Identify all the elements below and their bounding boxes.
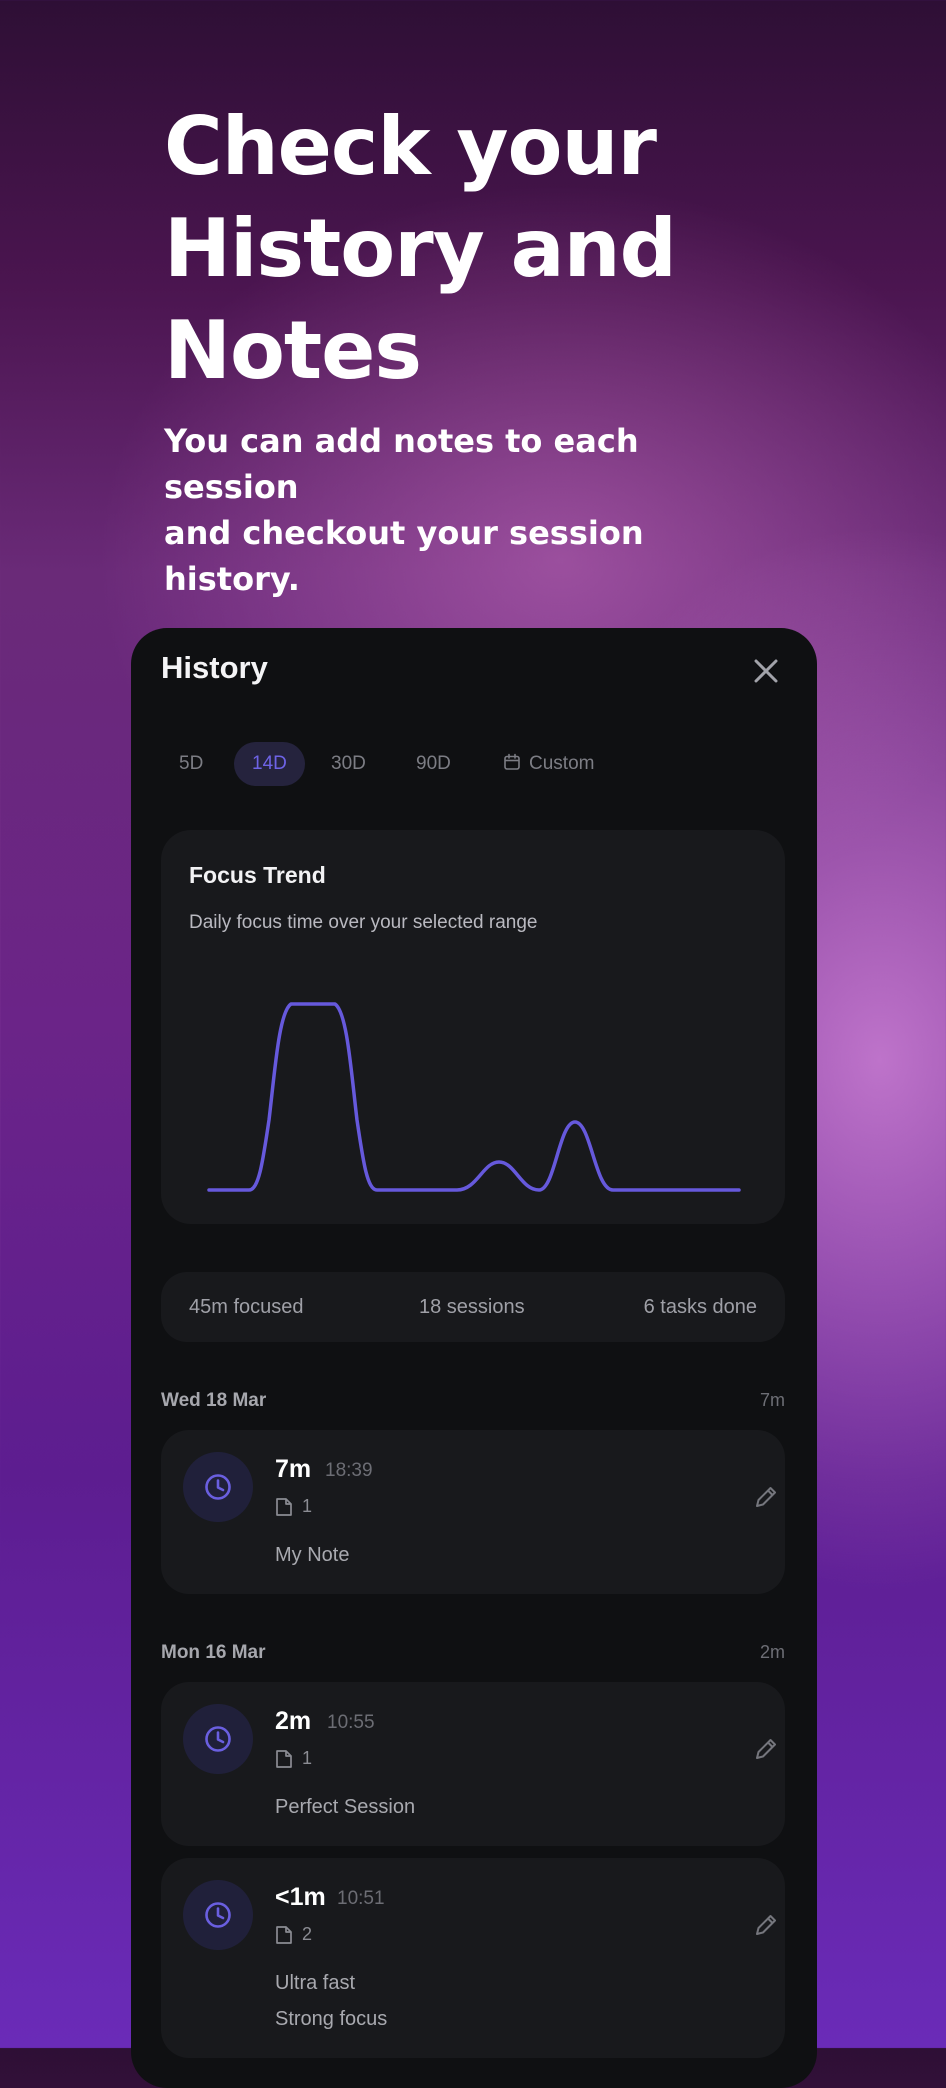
tab-5d[interactable]: 5D xyxy=(161,742,221,786)
focus-trend-card: Focus Trend Daily focus time over your s… xyxy=(161,830,785,1224)
edit-button[interactable] xyxy=(751,1734,781,1764)
pencil-icon xyxy=(756,1915,776,1935)
note-count-value: 1 xyxy=(302,1748,313,1768)
session-icon-badge xyxy=(183,1880,253,1950)
note-icon xyxy=(276,1750,292,1768)
tab-90d[interactable]: 90D xyxy=(398,742,469,786)
clock-icon xyxy=(205,1902,231,1928)
range-tabs: 5D 14D 30D 90D Custom xyxy=(131,742,817,786)
edit-button[interactable] xyxy=(751,1910,781,1940)
session-note: Strong focus xyxy=(275,2008,388,2030)
pencil-icon xyxy=(756,1487,776,1507)
note-icon xyxy=(276,1926,292,1944)
day-header: Wed 18 Mar 7m xyxy=(161,1390,785,1420)
focus-trend-line xyxy=(207,1002,741,1192)
session-card[interactable]: 7m 18:39 1 My Note xyxy=(161,1430,785,1594)
hero-title-line: Notes xyxy=(164,304,422,397)
hero-subtitle-line: You can add notes to each session xyxy=(164,422,639,506)
hero-subtitle-line: and checkout your session xyxy=(164,514,644,552)
hero-subtitle: You can add notes to each session and ch… xyxy=(164,418,764,602)
hero-subtitle-line: history. xyxy=(164,560,300,598)
panel-title: History xyxy=(161,650,268,685)
close-icon xyxy=(754,659,778,683)
tab-custom-label: Custom xyxy=(529,753,595,774)
stat-focused: 45m focused xyxy=(189,1296,304,1318)
session-time: 18:39 xyxy=(325,1460,373,1481)
day-total: 2m xyxy=(759,1642,785,1662)
clock-icon xyxy=(205,1726,231,1752)
day-label: Wed 18 Mar xyxy=(161,1390,267,1411)
session-icon-badge xyxy=(183,1452,253,1522)
session-duration: <1m xyxy=(275,1883,326,1911)
hero-title-line: Check your xyxy=(164,100,657,193)
note-icon xyxy=(276,1498,292,1516)
tab-14d[interactable]: 14D xyxy=(234,742,305,786)
tab-30d[interactable]: 30D xyxy=(313,742,384,786)
tab-custom[interactable]: Custom xyxy=(485,742,612,786)
hero-title: Check your History and Notes xyxy=(164,96,677,402)
stat-tasks: 6 tasks done xyxy=(643,1296,757,1318)
day-total: 7m xyxy=(759,1390,785,1410)
session-card[interactable]: 2m 10:55 1 Perfect Session xyxy=(161,1682,785,1846)
clock-icon xyxy=(205,1474,231,1500)
close-button[interactable] xyxy=(747,652,785,690)
session-duration: 2m xyxy=(275,1707,312,1735)
day-label: Mon 16 Mar xyxy=(161,1642,266,1663)
session-card[interactable]: <1m 10:51 2 Ultra fast Strong focus xyxy=(161,1858,785,2058)
session-time: 10:51 xyxy=(337,1888,385,1909)
session-time: 10:55 xyxy=(327,1712,375,1733)
session-note: Ultra fast xyxy=(275,1972,356,1994)
session-note: Perfect Session xyxy=(275,1796,416,1818)
hero-title-line: History and xyxy=(164,202,677,295)
calendar-icon xyxy=(504,754,520,771)
session-note: My Note xyxy=(275,1544,350,1566)
day-header: Mon 16 Mar 2m xyxy=(161,1642,785,1672)
session-icon-badge xyxy=(183,1704,253,1774)
stats-summary: 45m focused 18 sessions 6 tasks done xyxy=(161,1272,785,1342)
history-panel: History 5D 14D 30D 90D Custom Focus Tren… xyxy=(131,628,817,2088)
note-count-value: 2 xyxy=(302,1924,313,1944)
focus-trend-line-chart xyxy=(207,1002,741,1192)
stat-sessions: 18 sessions xyxy=(419,1296,525,1318)
note-count-value: 1 xyxy=(302,1496,313,1516)
pencil-icon xyxy=(756,1739,776,1759)
session-duration: 7m xyxy=(275,1455,312,1483)
edit-button[interactable] xyxy=(751,1482,781,1512)
